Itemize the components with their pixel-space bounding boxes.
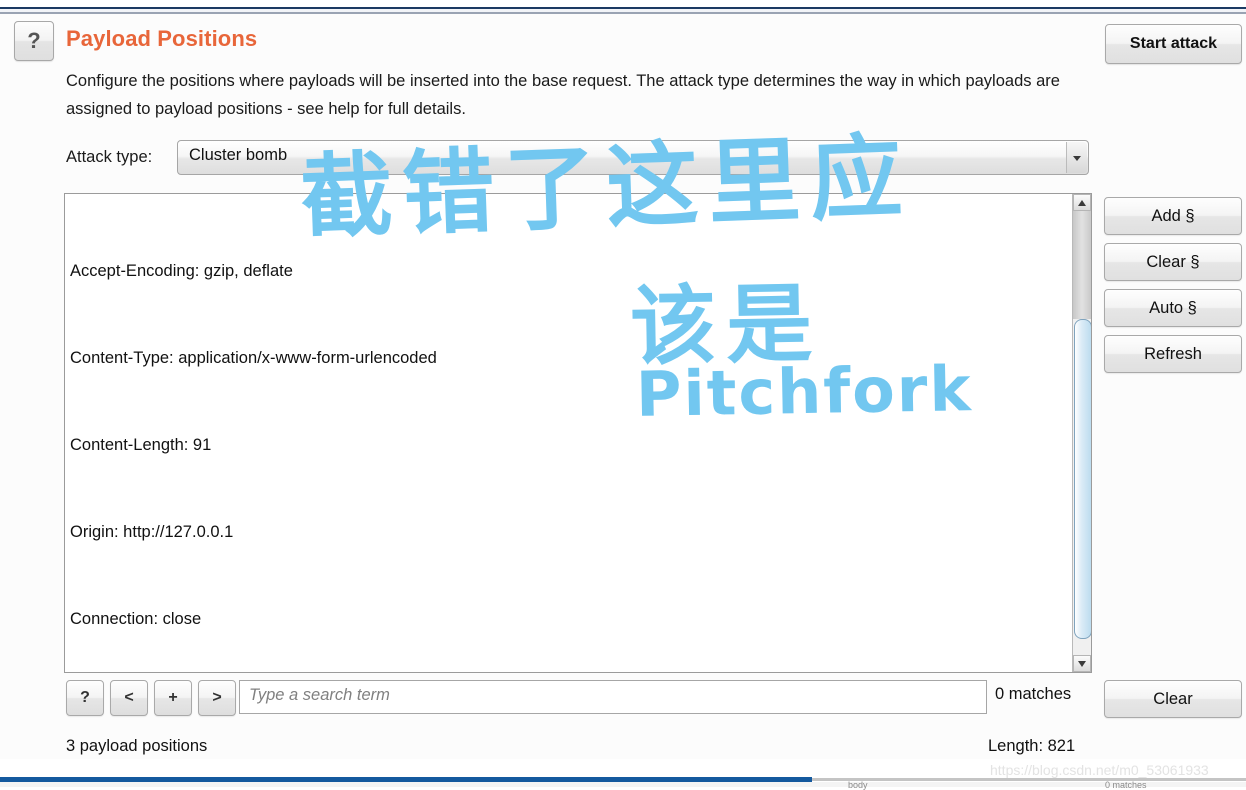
attack-type-select[interactable]: Cluster bomb <box>177 140 1089 175</box>
search-input[interactable]: Type a search term <box>239 680 987 714</box>
help-icon[interactable]: ? <box>14 21 54 61</box>
payload-positions-count: 3 payload positions <box>66 737 208 755</box>
request-length-label: Length: 821 <box>988 737 1076 755</box>
request-line: Content-Length: 91 <box>70 436 212 454</box>
request-text[interactable]: Accept-Encoding: gzip, deflate Content-T… <box>70 199 1055 672</box>
page-title: Payload Positions <box>66 26 258 51</box>
request-line: Accept-Encoding: gzip, deflate <box>70 262 293 280</box>
bottom-strip <box>0 782 1246 787</box>
search-prev-button[interactable]: < <box>110 680 148 716</box>
attack-type-label: Attack type: <box>66 148 153 166</box>
search-next-button[interactable]: > <box>198 680 236 716</box>
request-line: Connection: close <box>70 610 202 628</box>
payload-positions-panel: ? Payload Positions Start attack Configu… <box>0 7 1246 790</box>
window-top-separator <box>0 12 1246 14</box>
bottom-hint-left: body <box>848 780 868 790</box>
request-editor[interactable]: Accept-Encoding: gzip, deflate Content-T… <box>64 193 1092 673</box>
match-count-label: 0 matches <box>995 685 1072 703</box>
scrollbar-thumb[interactable] <box>1074 319 1091 639</box>
clear-search-button[interactable]: Clear <box>1104 680 1242 718</box>
refresh-button[interactable]: Refresh <box>1104 335 1242 373</box>
search-add-button[interactable]: + <box>154 680 192 716</box>
bottom-hint-right: 0 matches <box>1105 780 1147 790</box>
panel-description: Configure the positions where payloads w… <box>66 72 1060 118</box>
add-section-button[interactable]: Add § <box>1104 197 1242 235</box>
scroll-down-arrow-icon[interactable] <box>1073 655 1091 672</box>
search-help-button[interactable]: ? <box>66 680 104 716</box>
start-attack-button[interactable]: Start attack <box>1105 24 1242 64</box>
request-line: Content-Type: application/x-www-form-url… <box>70 349 437 367</box>
scrollbar-track[interactable] <box>1073 211 1091 319</box>
request-line: Origin: http://127.0.0.1 <box>70 523 234 541</box>
search-placeholder: Type a search term <box>249 686 390 704</box>
auto-section-button[interactable]: Auto § <box>1104 289 1242 327</box>
editor-scrollbar[interactable] <box>1072 194 1091 672</box>
scroll-up-arrow-icon[interactable] <box>1073 194 1091 211</box>
attack-type-value: Cluster bomb <box>189 146 288 164</box>
clear-section-button[interactable]: Clear § <box>1104 243 1242 281</box>
chevron-down-icon[interactable] <box>1066 142 1087 173</box>
watermark-url: https://blog.csdn.net/m0_53061933 <box>990 762 1209 778</box>
